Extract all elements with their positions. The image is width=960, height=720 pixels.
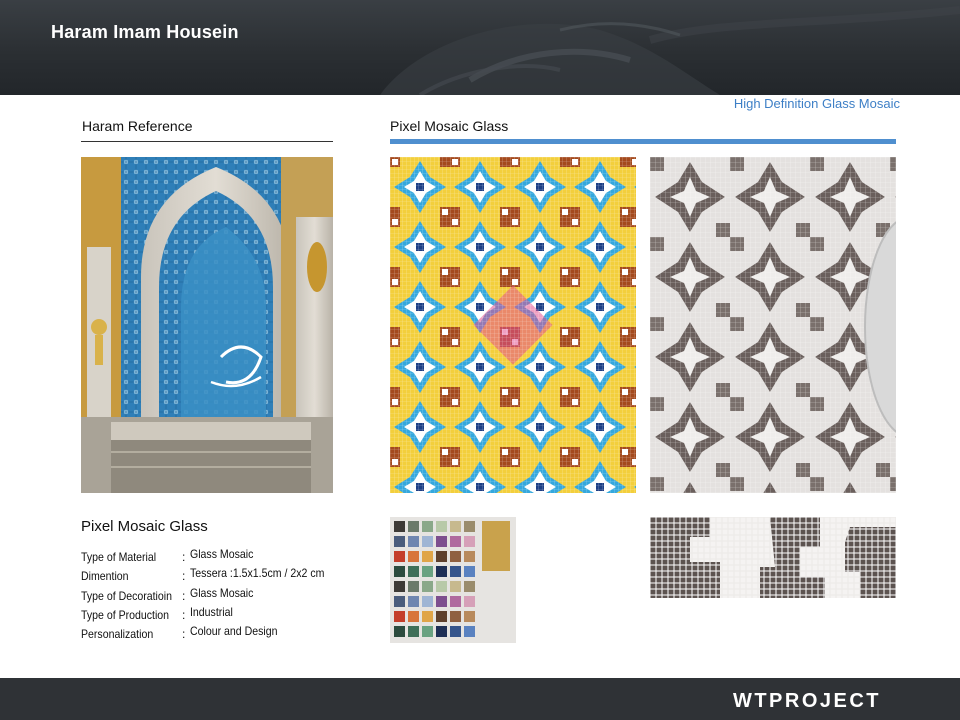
- spec-colon: :: [182, 588, 186, 603]
- page-title: Haram Imam Housein: [51, 22, 239, 42]
- aerial-background-image: [380, 6, 960, 95]
- accent-divider: [390, 139, 896, 144]
- specs-title: Pixel Mosaic Glass: [81, 518, 208, 535]
- tagline: High Definition Glass Mosaic: [733, 96, 900, 111]
- mosaic-detail-strip: [650, 517, 896, 598]
- spec-colon: :: [182, 607, 186, 622]
- spec-label: Type of Decoratioin: [81, 588, 172, 603]
- spec-value: Glass Mosaic: [190, 547, 254, 561]
- pixel-mosaic-title: Pixel Mosaic Glass: [390, 118, 509, 134]
- spec-colon: :: [182, 569, 186, 584]
- haram-reference-photo: [81, 157, 333, 493]
- spec-value: Tessera :1.5x1.5cm / 2x2 cm: [190, 566, 325, 581]
- spec-label: Type of Material: [81, 550, 157, 564]
- spec-colon: :: [182, 550, 186, 564]
- spec-label: Personalization: [81, 627, 154, 642]
- spec-label: Dimention: [81, 569, 129, 584]
- spec-value: Industrial: [190, 604, 233, 619]
- section-divider: [81, 141, 333, 142]
- wtproject-logo: WTPROJECT: [732, 690, 881, 712]
- spec-value: Glass Mosaic: [190, 585, 254, 600]
- spec-colon: :: [182, 627, 186, 642]
- colorful-mosaic-sample: [390, 157, 636, 493]
- grey-mosaic-sample: [650, 157, 896, 493]
- header-banner: Haram Imam Housein: [0, 0, 960, 95]
- spec-label: Type of Production: [81, 607, 170, 622]
- spec-value: Colour and Design: [190, 624, 278, 639]
- haram-reference-title: Haram Reference: [82, 118, 193, 134]
- color-swatch-board: [390, 517, 516, 643]
